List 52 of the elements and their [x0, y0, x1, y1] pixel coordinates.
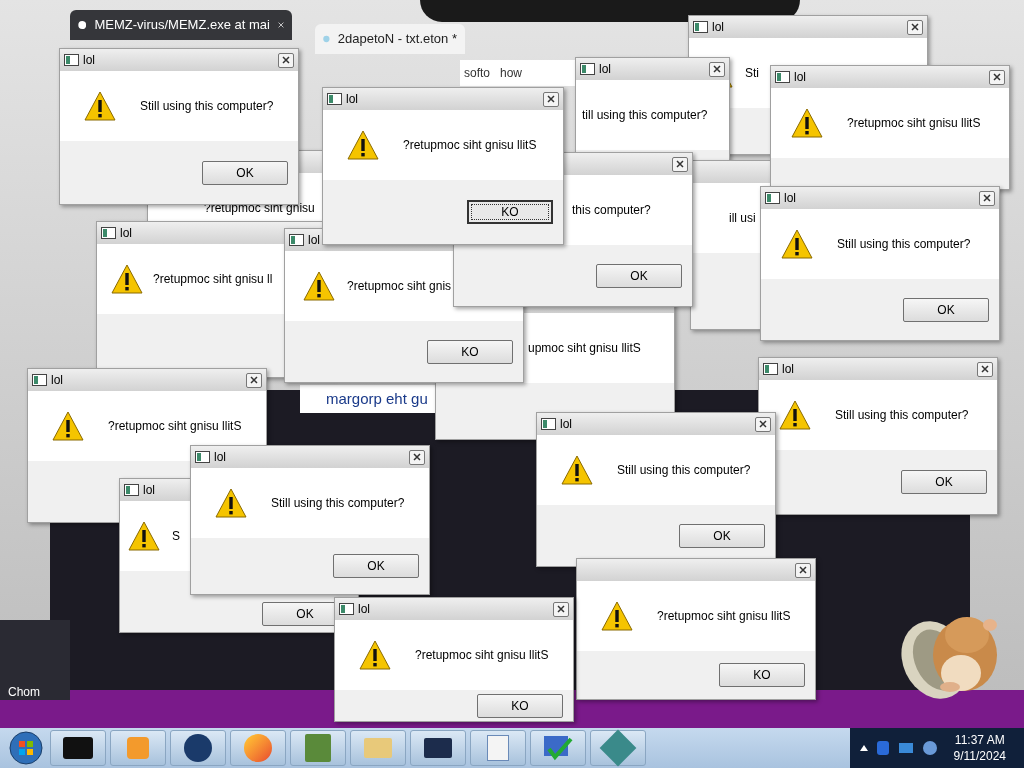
- message-text: ill usi: [729, 210, 756, 227]
- message-text: ?retupmoc siht gnisu llitS: [403, 137, 537, 154]
- clock-date: 9/11/2024: [953, 748, 1006, 764]
- message-text: ?retupmoc siht gnisu llitS: [108, 418, 242, 435]
- browser-tab[interactable]: MEMZ-virus/MEMZ.exe at mai: [70, 10, 292, 40]
- window-title: lol: [120, 225, 132, 242]
- message-text: ?retupmoc siht gnisu llitS: [657, 608, 791, 625]
- dialog-button[interactable]: OK: [679, 523, 765, 548]
- message-text: Still using this computer?: [617, 462, 751, 479]
- window-title: lol: [83, 52, 95, 69]
- message-text: upmoc siht gnisu llitS: [528, 340, 641, 357]
- window-title: lol: [346, 91, 358, 108]
- message-text: S: [172, 528, 180, 545]
- message-text: Still using this computer?: [140, 98, 274, 115]
- message-text: Still using this computer?: [271, 495, 405, 512]
- dialog-button[interactable]: KO: [467, 200, 553, 224]
- window-title: lol: [782, 361, 794, 378]
- dialog-button[interactable]: OK: [901, 470, 987, 494]
- message-text: this computer?: [572, 202, 651, 219]
- message-text: Still using this computer?: [837, 236, 971, 253]
- message-text: Still using this computer?: [835, 407, 969, 424]
- dialog-button[interactable]: KO: [477, 693, 563, 718]
- window-title: lol: [794, 69, 806, 86]
- bookmark-link[interactable]: how: [500, 64, 523, 82]
- tab-label: MEMZ-virus/MEMZ.exe at mai: [94, 16, 270, 35]
- bookmark-link[interactable]: softo: [464, 64, 490, 82]
- dialog-button[interactable]: OK: [202, 160, 288, 185]
- message-text: ?retupmoc siht gnisu llitS: [847, 115, 981, 132]
- dialog-button[interactable]: OK: [903, 297, 989, 322]
- window-title: lol: [784, 190, 796, 207]
- desktop-label: Chom: [8, 684, 40, 701]
- dialog-button[interactable]: OK: [333, 554, 419, 578]
- window-title: lol: [51, 372, 63, 389]
- message-text: till using this computer?: [582, 107, 708, 124]
- window-title: lol: [143, 482, 155, 499]
- clock-time: 11:37 AM: [954, 732, 1005, 748]
- message-text: Sti: [745, 65, 759, 82]
- window-title: lol: [599, 61, 611, 78]
- window-title: lol: [560, 416, 572, 433]
- dialog-button[interactable]: KO: [719, 663, 805, 687]
- message-text: ?retupmoc siht gnis: [347, 278, 452, 295]
- browser-tab[interactable]: 2dapetoN - txt.eton *: [315, 24, 465, 54]
- dialog-button[interactable]: KO: [427, 339, 513, 364]
- window-title: lol: [358, 601, 370, 618]
- message-text: ?retupmoc siht gnisu ll: [153, 271, 273, 288]
- dialog-button[interactable]: OK: [596, 263, 682, 288]
- window-title: lol: [214, 449, 226, 466]
- message-text: ?retupmoc siht gnisu llitS: [415, 647, 549, 664]
- tab-label: 2dapetoN - txt.eton *: [337, 30, 457, 49]
- window-title: lol: [308, 232, 320, 249]
- window-title: lol: [712, 19, 724, 36]
- page-text: margorp eht gu: [325, 388, 428, 409]
